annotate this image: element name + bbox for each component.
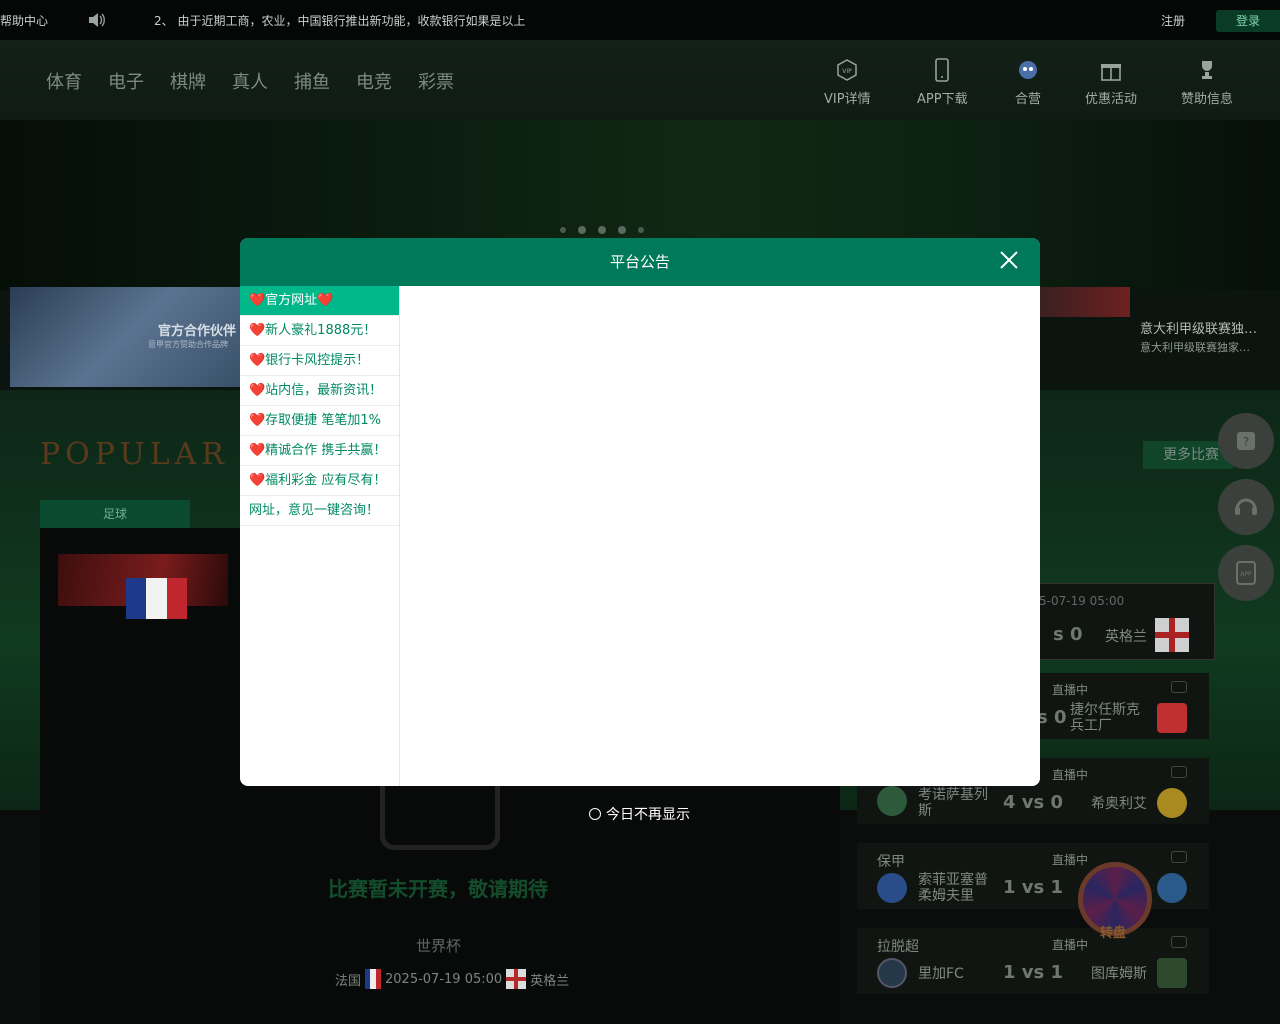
menu-item-deposit[interactable]: ❤️存取便捷 笔笔加1%	[240, 406, 399, 436]
quick-sponsor[interactable]: 赞助信息	[1181, 58, 1233, 107]
menu-item-consult[interactable]: 网址，意见一键咨询！	[240, 496, 399, 526]
england-flag-icon	[506, 969, 527, 989]
banner-dot[interactable]	[598, 226, 606, 234]
home-team: 法国	[335, 973, 362, 989]
modal-header: 平台公告	[240, 238, 1040, 286]
announcement-content	[400, 286, 1040, 786]
banner-dot[interactable]	[638, 227, 644, 233]
svg-text:VIP: VIP	[843, 68, 853, 75]
nav-lottery[interactable]: 彩票	[418, 68, 454, 94]
quick-app[interactable]: APP下载	[917, 58, 968, 107]
vip-icon: VIP	[837, 59, 858, 81]
notice-marquee[interactable]: 2、 由于近期工商，农业，中国银行推出新功能，收款银行如果是以上	[154, 12, 525, 29]
header: 体育 电子 棋牌 真人 捕鱼 电竞 彩票 VIP VIP详情 APP下载 合营 …	[0, 40, 1280, 120]
main-nav: 体育 电子 棋牌 真人 捕鱼 电竞 彩票	[46, 68, 454, 94]
match-card[interactable]: 保甲 直播中 索菲亚塞普 柔姆夫里 1 vs 1	[857, 843, 1209, 909]
phone-icon	[935, 58, 950, 82]
gift-icon	[1101, 64, 1121, 81]
france-flag-icon	[365, 969, 381, 989]
nav-esports[interactable]: 电竞	[356, 68, 392, 94]
featured-teams: 法国 2025-07-19 05:00 英格兰	[335, 969, 569, 989]
banner-dot[interactable]	[560, 227, 566, 233]
team-badge	[1157, 788, 1187, 818]
quick-promotions[interactable]: 优惠活动	[1085, 58, 1137, 107]
team-badge	[877, 873, 907, 903]
lucky-wheel-label: 转盘	[1100, 926, 1127, 941]
team-badge	[1157, 873, 1187, 903]
menu-item-official-site[interactable]: ❤️官方网址❤️	[240, 286, 399, 316]
quick-vip[interactable]: VIP VIP详情	[824, 58, 871, 107]
customer-service-button[interactable]	[1218, 479, 1274, 535]
announcement-menu: ❤️官方网址❤️ ❤️新人豪礼1888元！ ❤️银行卡风控提示！ ❤️站内信，最…	[240, 286, 400, 786]
nav-cards[interactable]: 棋牌	[170, 68, 206, 94]
banner-dots	[560, 226, 644, 234]
nav-slots[interactable]: 电子	[108, 68, 144, 94]
radio-icon[interactable]	[589, 808, 601, 820]
news-subtitle: 意大利甲级联赛独家…	[1140, 341, 1250, 354]
nav-fishing[interactable]: 捕鱼	[294, 68, 330, 94]
match-card[interactable]: 5-07-19 05:00 s 0 英格兰	[1030, 583, 1215, 660]
team-badge	[877, 786, 907, 816]
tv-icon	[1171, 766, 1187, 778]
modal-title: 平台公告	[609, 253, 670, 271]
banner-dot[interactable]	[578, 226, 586, 234]
speaker-icon	[89, 13, 105, 27]
dont-show-today[interactable]: 今日不再显示	[589, 804, 690, 824]
quick-partner[interactable]: 合营	[1015, 58, 1041, 107]
headset-icon	[1235, 498, 1257, 515]
tv-icon	[1171, 851, 1187, 863]
question-icon: ?	[1237, 432, 1255, 450]
match-time: 2025-07-19 05:00	[385, 971, 503, 987]
news-item[interactable]: 意大利甲级联赛独… 意大利甲级联赛独家…	[1140, 318, 1257, 355]
england-flag-icon	[1155, 618, 1189, 652]
svg-text:APP: APP	[1240, 571, 1252, 578]
team-badge	[1157, 958, 1187, 988]
svg-text:?: ?	[1243, 435, 1249, 449]
login-button[interactable]: 登录	[1216, 10, 1280, 32]
menu-item-new-bonus[interactable]: ❤️新人豪礼1888元！	[240, 316, 399, 346]
app-icon: APP	[1236, 561, 1256, 585]
france-flag	[126, 578, 187, 619]
top-bar: 帮助中心 2、 由于近期工商，农业，中国银行推出新功能，收款银行如果是以上 注册…	[0, 0, 1280, 40]
tv-icon	[1171, 681, 1187, 693]
help-center-link[interactable]: 帮助中心	[0, 12, 48, 29]
no-match-text: 比赛暂未开赛，敬请期待	[328, 877, 548, 901]
away-team: 英格兰	[530, 973, 570, 989]
trophy-icon	[1202, 61, 1212, 79]
app-float-button[interactable]: APP	[1218, 545, 1274, 601]
register-link[interactable]: 注册	[1161, 12, 1185, 29]
menu-item-welfare[interactable]: ❤️福利彩金 应有尽有！	[240, 466, 399, 496]
help-float-button[interactable]: ?	[1218, 413, 1274, 469]
match-card[interactable]: 拉脱超 直播中 里加FC 1 vs 1 图库姆斯	[857, 928, 1209, 994]
nav-sports[interactable]: 体育	[46, 68, 82, 94]
nav-live-casino[interactable]: 真人	[232, 68, 268, 94]
banner-dot[interactable]	[618, 226, 626, 234]
menu-item-partnership[interactable]: ❤️精诚合作 携手共赢！	[240, 436, 399, 466]
close-icon[interactable]	[998, 249, 1020, 271]
team-badge	[877, 958, 907, 988]
competition-name: 世界杯	[416, 937, 462, 955]
menu-item-inbox[interactable]: ❤️站内信，最新资讯！	[240, 376, 399, 406]
menu-item-bank-risk[interactable]: ❤️银行卡风控提示！	[240, 346, 399, 376]
dont-show-label: 今日不再显示	[606, 807, 690, 823]
tv-icon	[1171, 936, 1187, 948]
news-title: 意大利甲级联赛独…	[1140, 322, 1258, 337]
partner-promo[interactable]: 官方合作伙伴 意甲官方赞助合作品牌	[10, 287, 240, 387]
tab-football[interactable]: 足球	[40, 500, 190, 528]
team-badge	[1157, 703, 1187, 733]
partner-icon	[1019, 61, 1037, 79]
announcement-modal: 平台公告 ❤️官方网址❤️ ❤️新人豪礼1888元！ ❤️银行卡风控提示！ ❤️…	[240, 238, 1040, 786]
news-thumbnail[interactable]	[1040, 287, 1130, 317]
